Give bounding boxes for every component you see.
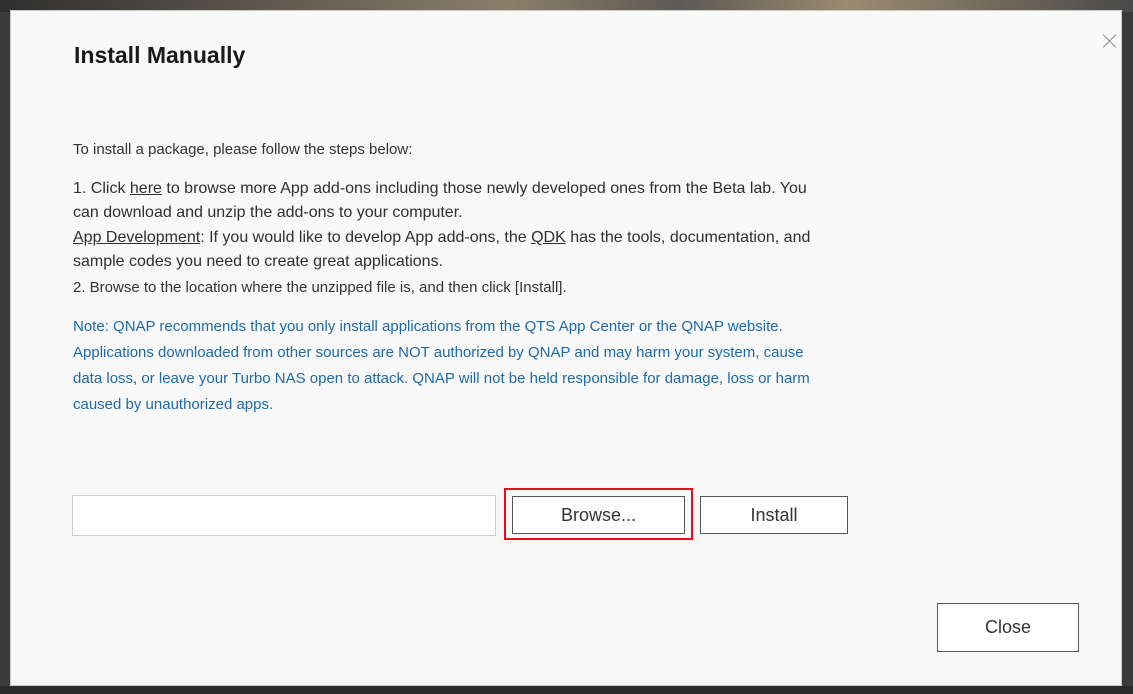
dev-line2: sample codes you need to create great ap… xyxy=(73,253,444,270)
close-icon[interactable] xyxy=(1100,31,1120,51)
app-development-link[interactable]: App Development xyxy=(73,229,200,246)
step1-suffix: to browse more App add-ons including tho… xyxy=(161,180,807,197)
note-line2: Applications downloaded from other sourc… xyxy=(73,344,804,361)
note-line1: Note: QNAP recommends that you only inst… xyxy=(73,318,783,335)
dev-line1: App Development: If you would like to de… xyxy=(73,229,810,247)
file-path-input[interactable] xyxy=(72,495,496,536)
intro-text: To install a package, please follow the … xyxy=(73,141,413,158)
here-link[interactable]: here xyxy=(130,180,162,197)
browse-button[interactable]: Browse... xyxy=(512,496,685,534)
background-bottom xyxy=(0,686,1133,694)
step1-line2: can download and unzip the add-ons to yo… xyxy=(73,204,463,221)
dev-suffix: has the tools, documentation, and xyxy=(565,229,811,246)
note-line1-text: : QNAP recommends that you only install … xyxy=(104,318,783,335)
note-line3: data loss, or leave your Turbo NAS open … xyxy=(73,370,810,387)
note-line4: caused by unauthorized apps. xyxy=(73,396,274,413)
step2-text: 2. Browse to the location where the unzi… xyxy=(73,279,567,296)
install-button[interactable]: Install xyxy=(700,496,848,534)
close-button[interactable]: Close xyxy=(937,603,1079,652)
step1-prefix: 1. Click xyxy=(73,180,130,197)
note-label: Note xyxy=(73,318,105,335)
dialog-title: Install Manually xyxy=(74,42,246,68)
dev-mid: : If you would like to develop App add-o… xyxy=(200,229,532,246)
step1-line1: 1. Click here to browse more App add-ons… xyxy=(73,180,807,198)
qdk-link[interactable]: QDK xyxy=(531,229,566,246)
